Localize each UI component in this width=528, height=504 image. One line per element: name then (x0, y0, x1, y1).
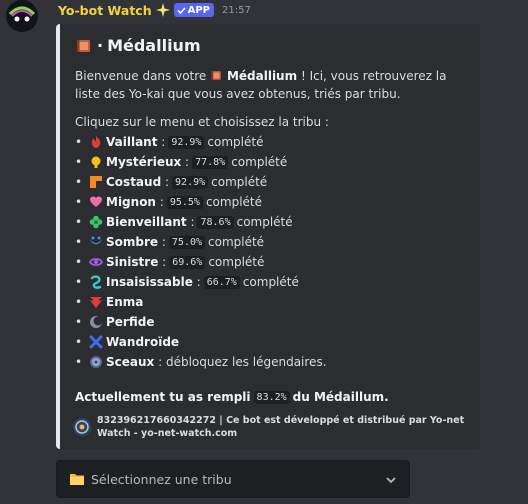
tribe-suffix: : débloquez les légendaires. (158, 355, 327, 369)
tribe-item: • Bienveillant : 78.6% complété (75, 215, 293, 229)
bullet: • (75, 255, 83, 269)
bot-avatar[interactable] (6, 0, 38, 32)
embed-title-text: Médallium (107, 36, 201, 55)
tribe-item: • Sombre : 75.0% complété (75, 235, 265, 249)
tribe-name: Sombre (106, 235, 159, 249)
x-icon (89, 335, 103, 349)
tribe-suffix: complété (242, 275, 299, 289)
tribe-item: • Perfide (75, 312, 327, 332)
message-header: Yo-bot Watch APP 21:57 (58, 2, 251, 18)
tribe-percent: 92.9% (172, 175, 209, 189)
bullet: • (75, 335, 83, 349)
tribe-suffix: complété (207, 135, 264, 149)
tribe-item: • Sinistre : 69.6% complété (75, 255, 265, 269)
tribe-percent: 75.0% (168, 235, 206, 249)
app-badge-label: APP (187, 4, 211, 16)
medallium-embed: · Médallium Bienvenue dans votre Médalli… (56, 24, 480, 449)
tribe-name: Vaillant (106, 135, 158, 149)
bullet: • (75, 355, 83, 369)
tribe-item: • Sceaux : débloquez les légendaires. (75, 352, 327, 372)
bullet: • (75, 315, 83, 329)
bullet: • (75, 295, 83, 309)
summary-suffix: du Médaillum. (292, 390, 389, 404)
title-separator: · (97, 36, 104, 55)
tribe-percent: 66.7% (203, 275, 240, 289)
tribe-name: Insaisissable (106, 275, 193, 289)
summary-percent: 83.2% (253, 390, 290, 404)
bullet: • (75, 215, 83, 229)
book-icon (211, 71, 221, 80)
tribe-name: Perfide (106, 315, 155, 329)
flower-icon (89, 215, 103, 229)
tribe-suffix: complété (211, 175, 268, 189)
message-timestamp[interactable]: 21:57 (222, 5, 251, 16)
tribe-item: • Mystérieux : 77.8% complété (75, 155, 288, 169)
folder-icon (70, 474, 84, 485)
crescent-icon (90, 316, 103, 328)
yo-net-logo-icon (73, 418, 91, 436)
tribe-select-menu[interactable]: Sélectionnez une tribu (56, 460, 410, 498)
embed-title: · Médallium (75, 36, 201, 55)
tribe-name: Sinistre (106, 255, 159, 269)
description-bold: Médallium (226, 69, 298, 83)
tribe-percent: 95.5% (166, 195, 203, 209)
embed-description: Bienvenue dans votre Médallium ! Ici, vo… (75, 68, 475, 103)
description-intro: Bienvenue dans votre (75, 69, 207, 83)
tribe-item: • Insaisissable : 66.7% complété (75, 275, 299, 289)
tribe-item: • Enma (75, 292, 327, 312)
tribe-percent: 78.6% (197, 215, 234, 229)
completion-summary: Actuellement tu as rempli 83.2% du Médai… (75, 390, 389, 404)
seal-icon (90, 356, 102, 368)
tribe-suffix: complété (205, 195, 263, 209)
bullet: • (75, 175, 83, 189)
wave-icon (90, 236, 102, 245)
bullet: • (75, 195, 83, 209)
tribe-suffix: complété (208, 235, 265, 249)
heart-icon (90, 196, 102, 207)
bot-username[interactable]: Yo-bot Watch (58, 3, 152, 18)
tribe-list: • Vaillant : 92.9% complété • Mystérieux… (75, 132, 327, 372)
book-icon (77, 39, 90, 52)
footer-text: 832396217660342272 | Ce bot est développ… (97, 415, 465, 439)
bullet: • (75, 135, 83, 149)
flame-icon (91, 136, 101, 148)
swirl-icon (90, 275, 102, 289)
tribe-name: Sceaux (106, 355, 155, 369)
chevron-down-icon (386, 477, 396, 484)
tribe-item: • Vaillant : 92.9% complété (75, 135, 264, 149)
app-badge: APP (173, 3, 215, 17)
embed-footer: 832396217660342272 | Ce bot est développ… (73, 414, 473, 440)
block-icon (90, 176, 102, 188)
tribe-name: Mignon (106, 195, 156, 209)
tribe-suffix: complété (231, 155, 288, 169)
bulb-icon (91, 156, 101, 168)
tribe-suffix: complété (236, 215, 293, 229)
eye-icon (89, 258, 103, 266)
tribe-item: • Wandroïde (75, 332, 327, 352)
bullet: • (75, 155, 83, 169)
tribe-name: Enma (106, 295, 144, 309)
tribe-name: Bienveillant (106, 215, 187, 229)
tribe-item: • Mignon : 95.5% complété (75, 195, 263, 209)
tribe-percent: 69.6% (169, 255, 206, 269)
enma-icon (90, 297, 102, 308)
embed-instruction: Cliquez sur le menu et choisissez la tri… (75, 115, 329, 129)
tribe-percent: 77.8% (192, 155, 229, 169)
bullet: • (75, 275, 83, 289)
sparkle-icon (155, 3, 170, 17)
summary-prefix: Actuellement tu as rempli (75, 390, 251, 404)
tribe-name: Costaud (106, 175, 162, 189)
tribe-name: Wandroïde (106, 335, 180, 349)
tribe-name: Mystérieux (106, 155, 182, 169)
check-icon (177, 6, 186, 14)
bullet: • (75, 235, 83, 249)
tribe-percent: 92.9% (168, 135, 205, 149)
select-placeholder: Sélectionnez une tribu (91, 471, 232, 487)
tribe-suffix: complété (208, 255, 265, 269)
tribe-item: • Costaud : 92.9% complété (75, 175, 268, 189)
